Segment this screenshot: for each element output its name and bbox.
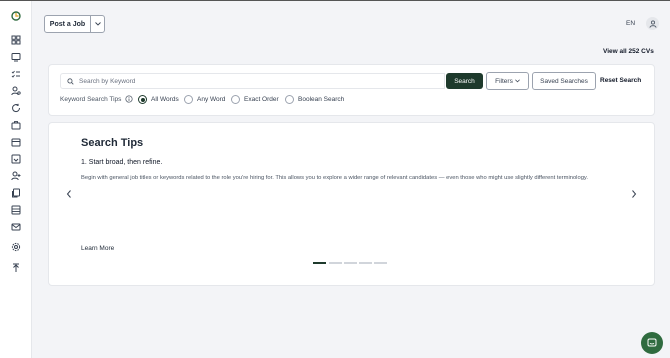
search-icon [67,77,74,85]
chevron-right-icon[interactable] [630,189,638,199]
filters-label: Filters [495,77,513,85]
candidates-icon[interactable] [11,86,21,96]
carousel-dot[interactable] [329,262,342,264]
tips-body: Begin with general job titles or keyword… [81,175,588,181]
post-job-button[interactable]: Post a Job [45,16,91,32]
inbox-icon[interactable] [11,154,21,164]
user-icon [649,20,656,28]
carousel-dot[interactable] [374,262,387,264]
tips-title: Search Tips [81,137,144,149]
radio-all-words[interactable] [138,95,147,104]
settings-icon[interactable] [11,242,21,252]
search-placeholder: Search by Keyword [79,77,136,85]
refresh-icon[interactable] [11,103,21,113]
search-button[interactable]: Search [446,73,483,89]
chat-launcher-button[interactable] [641,332,663,354]
chevron-left-icon[interactable] [65,189,73,199]
radio-any-word[interactable] [184,95,193,104]
carousel-dot[interactable] [313,262,326,264]
chevron-down-icon [94,22,101,26]
mail-icon[interactable] [11,222,21,232]
carousel-dot[interactable] [359,262,372,264]
chevron-down-icon [514,79,520,83]
post-job-button-group: Post a Job [44,15,105,33]
info-icon[interactable] [125,95,133,103]
add-user-icon[interactable] [11,171,21,181]
documents-icon[interactable] [11,188,21,198]
upload-icon[interactable] [11,263,21,273]
tasks-icon[interactable] [11,69,21,79]
keyword-search-tips-label: Keyword Search Tips [60,96,122,103]
radio-label-exact-order: Exact Order [244,96,279,103]
briefcase-icon[interactable] [11,120,21,130]
filters-button[interactable]: Filters [486,72,529,90]
tips-subtitle: 1. Start broad, then refine. [81,159,163,166]
calendar-icon[interactable] [11,137,21,147]
chat-icon [647,338,657,347]
logo-icon[interactable] [11,11,21,21]
learn-more-link[interactable]: Learn More [81,245,114,252]
window-top-border [0,0,670,1]
search-input[interactable]: Search by Keyword [60,73,445,89]
reset-search-button[interactable]: Reset Search [600,77,641,84]
radio-exact-order[interactable] [231,95,240,104]
table-icon[interactable] [11,205,21,215]
radio-boolean-search[interactable] [285,95,294,104]
language-selector[interactable]: EN [626,20,635,27]
sidebar [0,1,32,358]
user-avatar[interactable] [646,17,659,30]
radio-label-any-word: Any Word [197,96,226,103]
carousel-dot[interactable] [344,262,357,264]
radio-label-all-words: All Words [151,96,179,103]
radio-label-boolean-search: Boolean Search [298,96,345,103]
monitor-icon[interactable] [11,52,21,62]
dashboard-icon[interactable] [11,35,21,45]
post-job-dropdown-button[interactable] [91,16,104,32]
view-all-cvs-link[interactable]: View all 252 CVs [603,48,654,55]
saved-searches-button[interactable]: Saved Searches [532,72,596,90]
